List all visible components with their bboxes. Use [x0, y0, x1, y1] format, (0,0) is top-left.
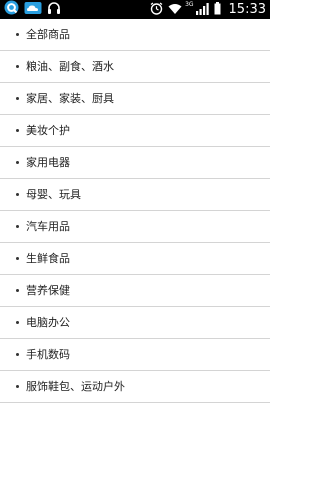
category-label: 粮油、副食、酒水 [26, 60, 114, 73]
category-label: 生鲜食品 [26, 252, 70, 265]
bullet-icon [16, 33, 19, 36]
bullet-icon [16, 289, 19, 292]
category-item-auto[interactable]: 汽车用品 [0, 211, 270, 243]
category-item-beauty[interactable]: 美妆个护 [0, 115, 270, 147]
category-item-home[interactable]: 家居、家装、厨具 [0, 83, 270, 115]
category-label: 手机数码 [26, 348, 70, 361]
category-item-fresh-food[interactable]: 生鲜食品 [0, 243, 270, 275]
category-label: 全部商品 [26, 28, 70, 41]
category-item-all[interactable]: 全部商品 [0, 19, 270, 51]
bullet-icon [16, 257, 19, 260]
status-bar: 3G 15:33 [0, 0, 270, 19]
battery-icon [214, 0, 221, 19]
network-type: 3G [185, 0, 194, 8]
category-list: 全部商品 粮油、副食、酒水 家居、家装、厨具 美妆个护 家用电器 母婴、玩具 汽… [0, 19, 270, 403]
bullet-icon [16, 353, 19, 356]
category-label: 美妆个护 [26, 124, 70, 137]
category-item-phones-digital[interactable]: 手机数码 [0, 339, 270, 371]
category-label: 电脑办公 [26, 316, 70, 329]
wifi-icon [168, 0, 182, 19]
category-item-apparel-sports[interactable]: 服饰鞋包、运动户外 [0, 371, 270, 403]
bullet-icon [16, 193, 19, 196]
bullet-icon [16, 385, 19, 388]
bullet-icon [16, 65, 19, 68]
category-label: 家用电器 [26, 156, 70, 169]
app-q-icon [4, 0, 19, 19]
signal-icon [195, 0, 209, 19]
bullet-icon [16, 225, 19, 228]
category-item-computer-office[interactable]: 电脑办公 [0, 307, 270, 339]
category-label: 汽车用品 [26, 220, 70, 233]
category-label: 母婴、玩具 [26, 188, 81, 201]
bullet-icon [16, 129, 19, 132]
bullet-icon [16, 97, 19, 100]
alarm-icon [150, 0, 163, 19]
clock-time: 15:33 [228, 2, 266, 17]
category-item-appliances[interactable]: 家用电器 [0, 147, 270, 179]
category-label: 家居、家装、厨具 [26, 92, 114, 105]
category-item-health[interactable]: 营养保健 [0, 275, 270, 307]
category-label: 服饰鞋包、运动户外 [26, 380, 125, 393]
category-item-grocery[interactable]: 粮油、副食、酒水 [0, 51, 270, 83]
headphones-icon [47, 0, 61, 19]
category-item-baby-toys[interactable]: 母婴、玩具 [0, 179, 270, 211]
category-label: 营养保健 [26, 284, 70, 297]
bullet-icon [16, 321, 19, 324]
cloud-icon [24, 0, 42, 19]
bullet-icon [16, 161, 19, 164]
